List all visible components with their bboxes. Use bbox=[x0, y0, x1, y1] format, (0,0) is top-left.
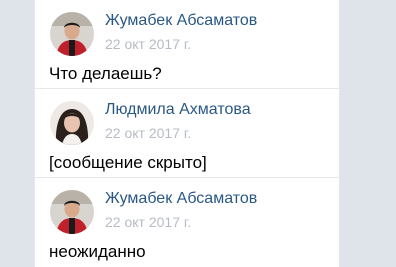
message-text: Что делаешь? bbox=[49, 64, 162, 83]
message-item: Жумабек Абсаматов 22 окт 2017 г. неожида… bbox=[35, 178, 339, 267]
message-date: 22 окт 2017 г. bbox=[105, 214, 192, 230]
message-author[interactable]: Жумабек Абсаматов bbox=[105, 12, 257, 30]
user-avatar-female[interactable] bbox=[50, 101, 94, 145]
user-avatar-male[interactable] bbox=[50, 190, 94, 234]
message-item: Людмила Ахматова 22 окт 2017 г. [сообщен… bbox=[35, 89, 339, 178]
message-thread: Жумабек Абсаматов 22 окт 2017 г. Что дел… bbox=[34, 0, 340, 267]
message-item: Жумабек Абсаматов 22 окт 2017 г. Что дел… bbox=[35, 0, 339, 89]
message-text: неожиданно bbox=[49, 242, 146, 261]
message-text: [сообщение скрыто] bbox=[49, 153, 207, 172]
message-date: 22 окт 2017 г. bbox=[105, 36, 192, 52]
message-date: 22 окт 2017 г. bbox=[105, 125, 192, 141]
user-avatar-male[interactable] bbox=[50, 12, 94, 56]
message-author[interactable]: Жумабек Абсаматов bbox=[105, 190, 257, 208]
message-author[interactable]: Людмила Ахматова bbox=[105, 101, 251, 119]
